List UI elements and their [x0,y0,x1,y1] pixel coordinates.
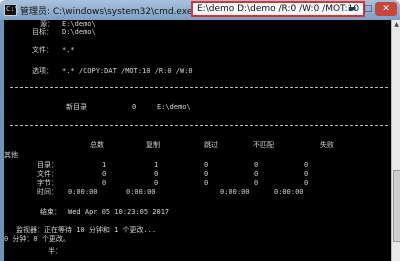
dest-value: D:\demo\ [62,28,96,36]
end-value: Wed Apr 05 10:23:05 2017 [68,208,170,216]
stats-cell: 0:00:00 [220,188,250,196]
last-line: 半： [48,247,62,255]
end-label: 结束： [40,208,61,216]
stats-row-label: 目录： [37,161,58,169]
stats-header-failed: 失败 [320,141,334,149]
new-dir-count: 0 [132,103,137,111]
maximize-button[interactable]: □ [362,2,374,16]
stats-cell: 0:00:00 [126,188,156,196]
stats-cell: 0 [304,161,309,169]
stats-cell: 0 [204,170,209,178]
stats-cell: 0 [204,179,209,187]
cmd-app-icon[interactable]: C:\ [4,4,19,16]
stats-cell: 0 [102,179,107,187]
close-button[interactable]: ✕ [375,2,397,16]
stats-cell: 0 [304,179,309,187]
vertical-scrollbar[interactable]: ▲ [391,20,400,261]
stats-header-copied: 复制 [146,141,160,149]
stats-row-label: 字节： [37,179,58,187]
stats-row-label: 时间： [37,188,58,196]
window-title: 管理员: C:\windows\system32\cmd.exe - roboc… [20,1,366,17]
stats-cell: 0 [254,161,259,169]
command-args-highlight: E:\demo D:\demo /R:0 /W:0 /MOT:10 [191,1,366,17]
minimize-button[interactable]: ▬ [345,2,359,16]
monitor-line: 监视器：正在等待 10 分钟和 1 个更改... [16,226,157,234]
scrollbar-thumb[interactable] [393,170,400,242]
stats-header-mismatch: 不匹配 [253,141,274,149]
stats-cell: 0 [254,170,259,178]
cmd-window: C:\ 管理员: C:\windows\system32\cmd.exe - r… [0,0,400,261]
stats-cell: 1 [102,161,107,169]
files-label: 文件： [32,46,53,54]
stats-header-total: 总数 [90,141,104,149]
new-dir-label: 新目录 [66,103,87,111]
options-value: *.* /COPY:DAT /MOT:10 /R:0 /W:0 [62,67,193,75]
stats-cell: 0 [254,179,259,187]
options-label: 选项： [32,67,53,75]
stats-cell: 1 [154,161,159,169]
separator-line [10,125,388,126]
stats-cell: 0:00:00 [274,188,304,196]
separator-line [10,87,388,88]
stats-cell: 0 [154,179,159,187]
console-output[interactable]: 源： E:\demo\ 目标： D:\demo\ 文件： *.* 选项： *.*… [4,20,391,261]
stats-cell: 0:00:00 [68,188,98,196]
stats-header-skipped: 跳过 [204,141,218,149]
stats-cell: 0 [204,161,209,169]
stats-row-label: 文件： [37,170,58,178]
title-bar[interactable]: C:\ 管理员: C:\windows\system32\cmd.exe - r… [0,0,400,20]
dest-label: 目标： [32,28,53,36]
changes-line: 0 分钟：0 个更改。 [4,235,70,243]
stats-cell: 0 [102,170,107,178]
files-value: *.* [62,46,75,54]
stats-cell: 0 [304,170,309,178]
scroll-up-arrow-icon[interactable]: ▲ [393,21,400,29]
stats-header-other: 其他 [4,151,18,159]
stats-cell: 0 [154,170,159,178]
new-dir-path: E:\demo\ [157,103,191,111]
